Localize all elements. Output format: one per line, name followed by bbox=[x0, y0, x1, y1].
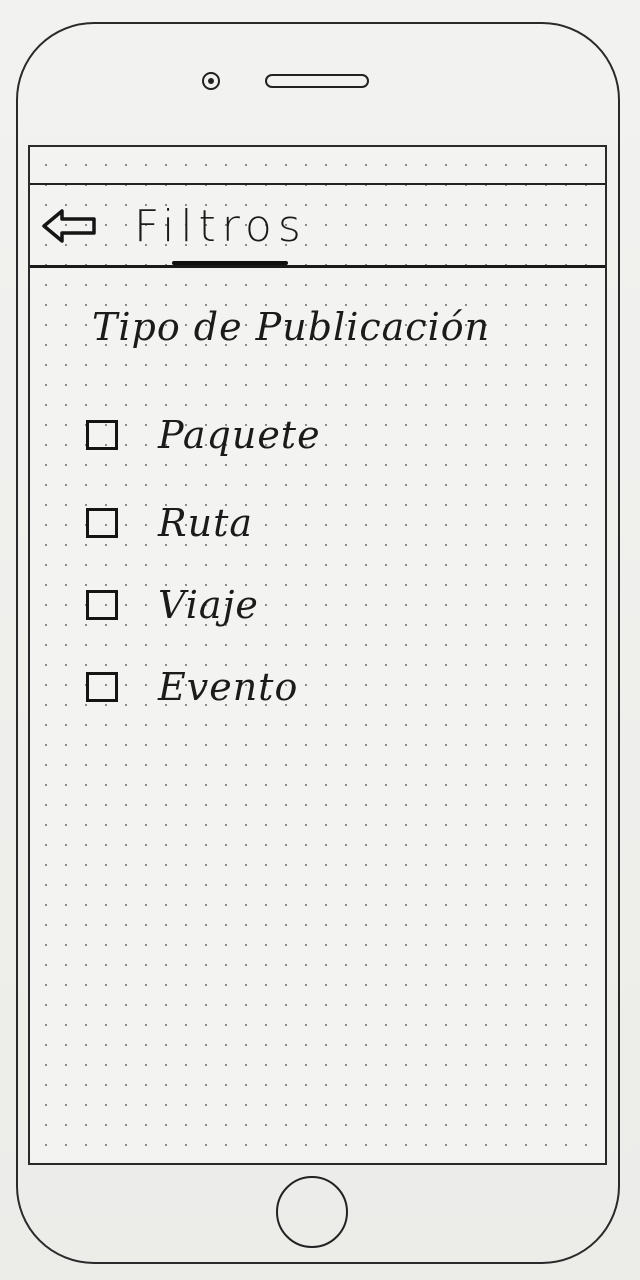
app-bar: Filtros bbox=[30, 185, 605, 267]
back-button[interactable] bbox=[40, 207, 100, 245]
option-label: Ruta bbox=[158, 501, 254, 545]
section-title: Tipo de Publicación bbox=[92, 305, 491, 349]
arrow-left-icon bbox=[42, 209, 96, 243]
filter-option-ruta[interactable]: Ruta bbox=[86, 501, 253, 545]
speaker-grille bbox=[265, 74, 369, 88]
filter-option-viaje[interactable]: Viaje bbox=[86, 583, 259, 627]
filter-option-evento[interactable]: Evento bbox=[86, 665, 298, 709]
checkbox[interactable] bbox=[86, 590, 118, 620]
checkbox[interactable] bbox=[86, 508, 118, 538]
checkbox[interactable] bbox=[86, 420, 118, 450]
filter-option-paquete[interactable]: Paquete bbox=[86, 413, 321, 457]
option-label: Paquete bbox=[158, 413, 321, 457]
app-bar-divider bbox=[30, 265, 605, 268]
home-button[interactable] bbox=[276, 1176, 348, 1248]
page-title: Filtros bbox=[134, 201, 307, 252]
checkbox[interactable] bbox=[86, 672, 118, 702]
option-label: Viaje bbox=[158, 583, 259, 627]
front-camera bbox=[202, 72, 220, 90]
phone-screen: Filtros Tipo de Publicación Paquete Ruta… bbox=[28, 145, 607, 1165]
option-label: Evento bbox=[158, 665, 299, 709]
